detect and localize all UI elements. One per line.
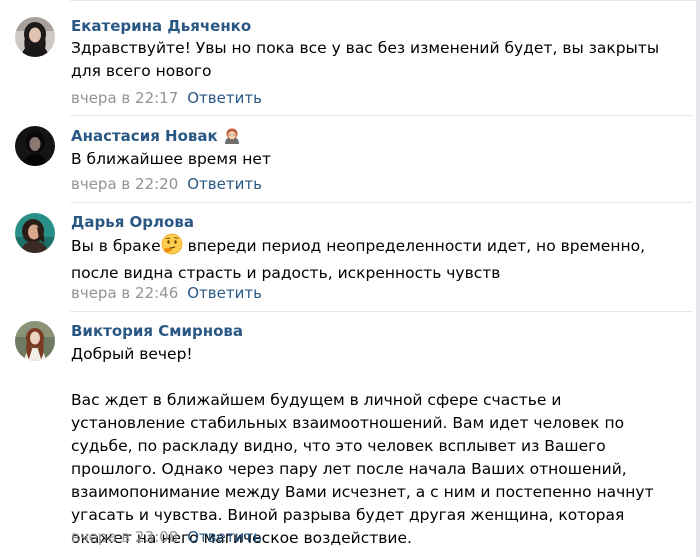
comment-timestamp[interactable]: вчера в 22:17 <box>71 89 178 107</box>
comment-text: Добрый вечер! Вас ждет в ближайшем будущ… <box>71 343 676 550</box>
comment-meta: вчера в 22:20 Ответить <box>71 175 262 193</box>
author-name[interactable]: Виктория Смирнова <box>71 322 243 340</box>
comment-text: В ближайшее время нет <box>71 148 676 171</box>
author-name[interactable]: Анастасия Новак <box>71 127 218 145</box>
comment-item: Дарья Орлова Вы в браке впереди период н… <box>0 203 696 312</box>
woman-emoji-icon <box>223 127 241 149</box>
comment-item: Анастасия Новак В ближайшее время нет вч… <box>0 116 696 203</box>
reply-button[interactable]: Ответить <box>187 89 262 107</box>
avatar[interactable] <box>15 126 55 166</box>
comment-author[interactable]: Анастасия Новак <box>71 127 241 149</box>
comment-paragraph: Вы в браке впереди период неопределеннос… <box>71 233 676 285</box>
comment-meta: вчера в 22:46 Ответить <box>71 284 262 302</box>
scroll-edge <box>696 0 700 557</box>
author-name[interactable]: Дарья Орлова <box>71 213 194 231</box>
comment-paragraph: Добрый вечер! <box>71 345 193 363</box>
comment-timestamp[interactable]: вчера в 23:08 <box>71 528 178 546</box>
comment-paragraph: Здравствуйте! Увы но пока все у вас без … <box>71 39 660 80</box>
comment-timestamp[interactable]: вчера в 22:46 <box>71 284 178 302</box>
comment-meta: вчера в 23:08 Ответить <box>71 528 262 546</box>
comments-feed: Екатерина Дьяченко Здравствуйте! Увы но … <box>0 0 700 557</box>
comment-timestamp[interactable]: вчера в 22:20 <box>71 175 178 193</box>
avatar[interactable] <box>15 17 55 57</box>
avatar[interactable] <box>15 213 55 253</box>
reply-button[interactable]: Ответить <box>187 528 262 546</box>
comment-meta: вчера в 22:17 Ответить <box>71 89 262 107</box>
comment-paragraph: Вас ждет в ближайшем будущем в личной сф… <box>71 391 654 547</box>
thinking-face-emoji-icon <box>161 233 183 262</box>
text-segment: Вы в браке <box>71 237 161 255</box>
comment-author[interactable]: Дарья Орлова <box>71 213 194 231</box>
comment-paragraph: В ближайшее время нет <box>71 150 271 168</box>
comment-text: Вы в браке впереди период неопределеннос… <box>71 233 676 285</box>
comment-author[interactable]: Екатерина Дьяченко <box>71 17 251 35</box>
comment-item: Виктория Смирнова Добрый вечер! Вас ждет… <box>0 311 696 557</box>
reply-button[interactable]: Ответить <box>187 284 262 302</box>
comment-author[interactable]: Виктория Смирнова <box>71 322 243 340</box>
author-name[interactable]: Екатерина Дьяченко <box>71 17 251 35</box>
avatar[interactable] <box>15 321 55 361</box>
reply-button[interactable]: Ответить <box>187 175 262 193</box>
comment-item: Екатерина Дьяченко Здравствуйте! Увы но … <box>0 0 696 116</box>
comment-text: Здравствуйте! Увы но пока все у вас без … <box>71 37 676 83</box>
